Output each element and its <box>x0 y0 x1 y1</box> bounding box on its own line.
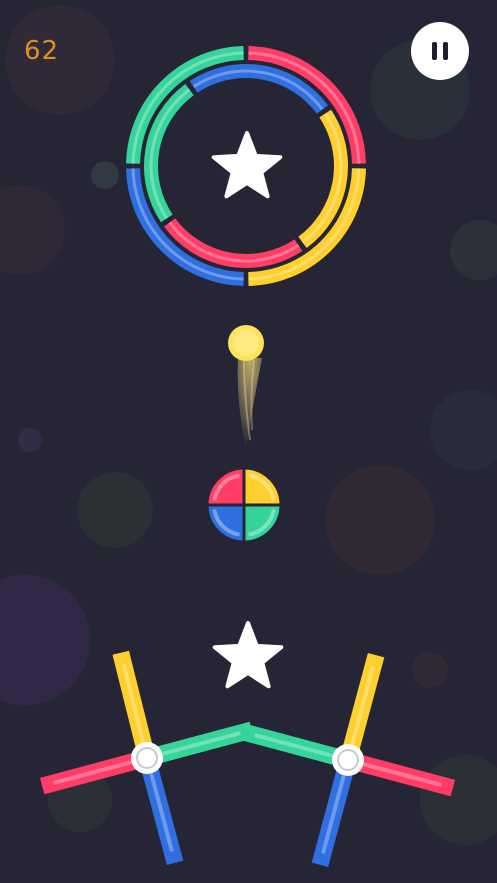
star-icon[interactable] <box>212 621 284 689</box>
player-ball[interactable] <box>228 325 264 361</box>
ball-trail <box>237 358 262 450</box>
cross-hub <box>332 744 364 776</box>
switcher-quadrant-blue <box>205 503 246 544</box>
inner-ring-segment-yellow <box>298 109 348 248</box>
cross-hub <box>131 742 163 774</box>
star-icon[interactable] <box>211 131 283 199</box>
inner-ring-segment-blue <box>189 64 328 114</box>
game-canvas[interactable] <box>0 0 497 883</box>
score-counter: 62 <box>24 36 60 66</box>
color-switcher[interactable] <box>205 466 283 544</box>
inner-ring-segment-red <box>164 218 303 268</box>
switcher-quadrant-teal <box>242 503 283 544</box>
inner-ring-segment-teal <box>144 84 194 223</box>
pause-button[interactable] <box>411 22 469 80</box>
pause-icon <box>429 42 451 60</box>
switcher-quadrant-yellow <box>242 466 283 507</box>
switcher-quadrant-red <box>205 466 246 507</box>
rotating-cross-right <box>240 652 456 868</box>
